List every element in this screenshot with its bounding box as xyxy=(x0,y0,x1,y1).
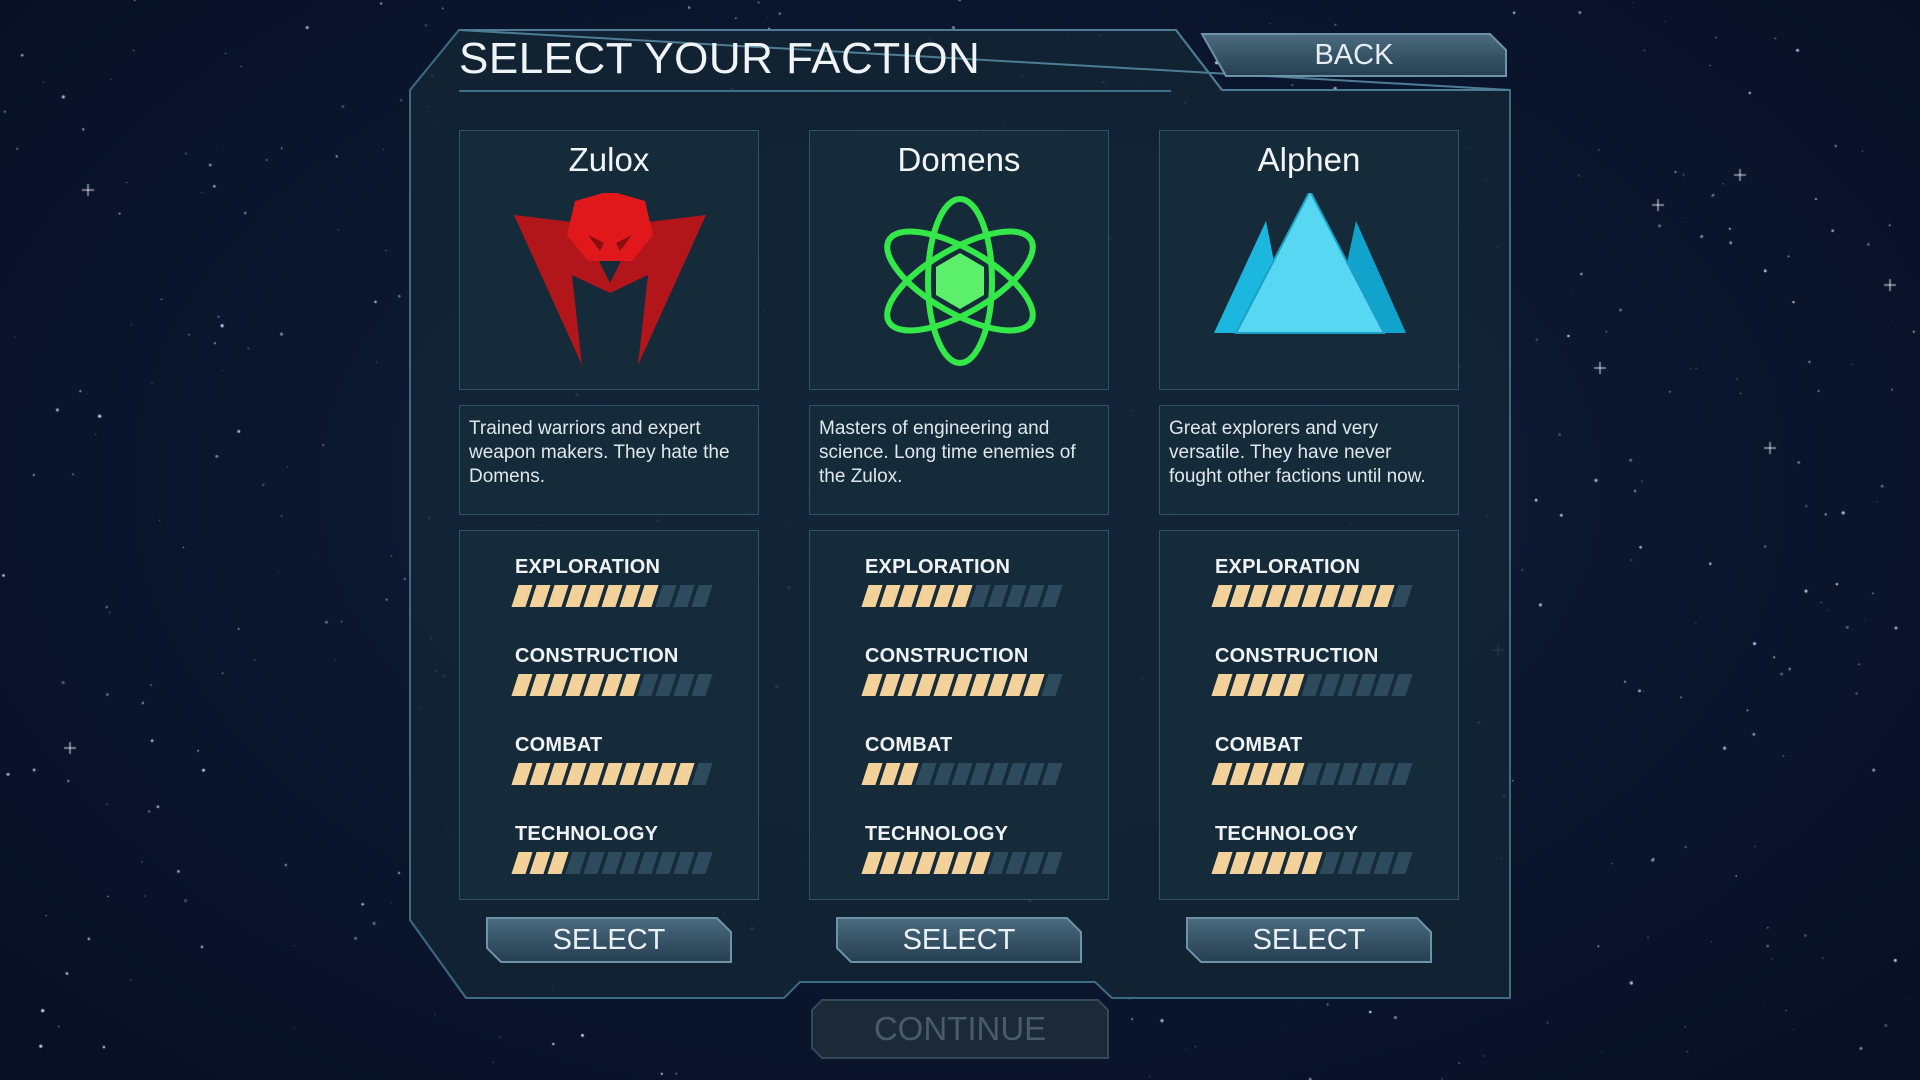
continue-button-label: CONTINUE xyxy=(873,1010,1047,1047)
stat-combat: COMBAT xyxy=(511,734,713,785)
stat-label: COMBAT xyxy=(515,734,603,756)
stat-segment-empty xyxy=(1041,585,1063,607)
stat-technology: TECHNOLOGY xyxy=(861,823,1063,874)
stat-segment-empty xyxy=(691,852,713,874)
faction-name: Domens xyxy=(897,141,1021,178)
stat-segment-empty xyxy=(691,674,713,696)
stat-technology: TECHNOLOGY xyxy=(511,823,713,874)
faction-card-alphen[interactable]: Alphen xyxy=(1159,130,1459,390)
faction-description-domens: Masters of engineering and science. Long… xyxy=(809,405,1109,515)
faction-card-zulox[interactable]: Zulox xyxy=(459,130,759,390)
page-title: SELECT YOUR FACTION xyxy=(459,34,981,83)
faction-stats-zulox: EXPLORATION CONSTRUCTION COMBAT TECHNOLOGY xyxy=(459,530,759,900)
continue-button[interactable]: CONTINUE xyxy=(810,998,1110,1060)
stat-segment-empty xyxy=(1041,674,1063,696)
select-button-alphen[interactable]: SELECT xyxy=(1185,916,1433,964)
stat-label: CONSTRUCTION xyxy=(865,645,1029,667)
stat-construction: CONSTRUCTION xyxy=(511,645,713,696)
title-underline xyxy=(459,90,1171,92)
stat-bar xyxy=(861,763,1063,785)
stat-construction: CONSTRUCTION xyxy=(1211,645,1413,696)
select-button-label: SELECT xyxy=(902,923,1016,956)
stat-label: TECHNOLOGY xyxy=(1215,823,1359,845)
back-button-label: BACK xyxy=(1314,38,1394,71)
faction-card-domens[interactable]: Domens xyxy=(809,130,1109,390)
stat-segment-empty xyxy=(1391,674,1413,696)
stat-label: CONSTRUCTION xyxy=(1215,645,1379,667)
stat-label: EXPLORATION xyxy=(515,556,661,578)
stat-segment-empty xyxy=(691,585,713,607)
stat-bar xyxy=(511,585,713,607)
stat-construction: CONSTRUCTION xyxy=(861,645,1063,696)
select-button-zulox[interactable]: SELECT xyxy=(485,916,733,964)
select-button-domens[interactable]: SELECT xyxy=(835,916,1083,964)
stat-label: TECHNOLOGY xyxy=(515,823,659,845)
select-button-label: SELECT xyxy=(1252,923,1366,956)
stat-exploration: EXPLORATION xyxy=(1211,556,1413,607)
stat-combat: COMBAT xyxy=(861,734,1063,785)
stat-bar xyxy=(511,763,713,785)
faction-description-zulox: Trained warriors and expert weapon maker… xyxy=(459,405,759,515)
stat-label: TECHNOLOGY xyxy=(865,823,1009,845)
stat-label: EXPLORATION xyxy=(1215,556,1361,578)
stat-label: CONSTRUCTION xyxy=(515,645,679,667)
back-button[interactable]: BACK xyxy=(1200,32,1508,78)
stat-exploration: EXPLORATION xyxy=(511,556,713,607)
stat-bar xyxy=(1211,585,1413,607)
stat-segment-empty xyxy=(691,763,713,785)
stat-bar xyxy=(861,674,1063,696)
red-mask-emblem-icon xyxy=(460,191,758,373)
faction-stats-alphen: EXPLORATION CONSTRUCTION COMBAT TECHNOLOGY xyxy=(1159,530,1459,900)
stat-bar xyxy=(1211,763,1413,785)
green-atom-emblem-icon xyxy=(810,193,1108,373)
stat-technology: TECHNOLOGY xyxy=(1211,823,1413,874)
stat-bar xyxy=(511,674,713,696)
faction-name: Zulox xyxy=(568,141,650,178)
stat-segment-empty xyxy=(1391,852,1413,874)
stat-bar xyxy=(511,852,713,874)
faction-stats-domens: EXPLORATION CONSTRUCTION COMBAT TECHNOLOGY xyxy=(809,530,1109,900)
faction-description-alphen: Great explorers and very versatile. They… xyxy=(1159,405,1459,515)
stat-combat: COMBAT xyxy=(1211,734,1413,785)
stat-label: COMBAT xyxy=(1215,734,1303,756)
stat-bar xyxy=(1211,674,1413,696)
stat-segment-empty xyxy=(1391,763,1413,785)
stat-segment-empty xyxy=(1041,852,1063,874)
stat-exploration: EXPLORATION xyxy=(861,556,1063,607)
stat-segment-empty xyxy=(1041,763,1063,785)
stat-segment-empty xyxy=(1391,585,1413,607)
stat-bar xyxy=(861,585,1063,607)
select-button-label: SELECT xyxy=(552,923,666,956)
faction-name: Alphen xyxy=(1257,141,1361,178)
stat-label: EXPLORATION xyxy=(865,556,1011,578)
blue-mountain-emblem-icon xyxy=(1160,188,1458,373)
stat-bar xyxy=(1211,852,1413,874)
stat-bar xyxy=(861,852,1063,874)
stat-label: COMBAT xyxy=(865,734,953,756)
